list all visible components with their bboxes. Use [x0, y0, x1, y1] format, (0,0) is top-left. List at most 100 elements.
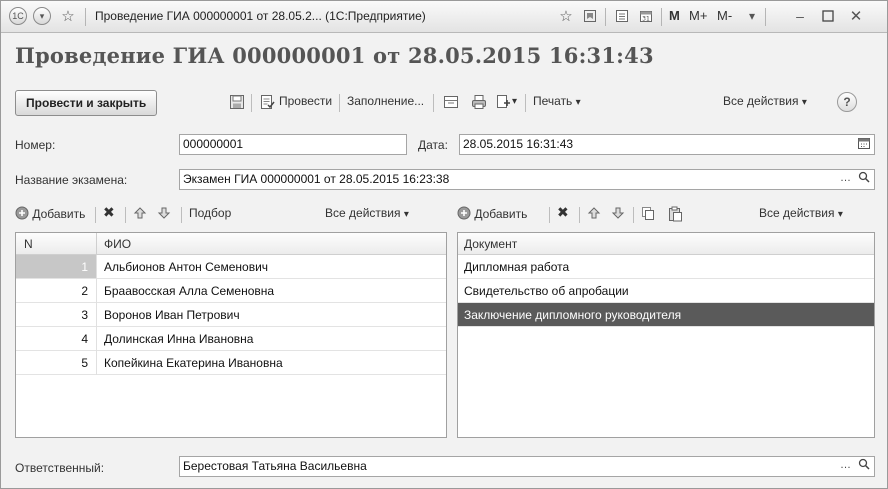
separator	[181, 207, 182, 223]
calendar-icon[interactable]: 31	[637, 7, 655, 25]
documents-toolbar: Добавить ✖ Все действия ▾	[457, 204, 875, 226]
post-icon[interactable]	[259, 94, 275, 110]
date-field[interactable]: 28.05.2015 16:31:43	[459, 134, 875, 155]
row-number: 1	[81, 260, 88, 274]
separator	[661, 8, 662, 26]
delete-icon[interactable]: ✖	[557, 204, 569, 221]
move-up-icon[interactable]	[587, 206, 601, 223]
paste-icon[interactable]	[667, 206, 683, 225]
title-bar: 1С ▾ ☆ Проведение ГИА 000000001 от 28.05…	[1, 1, 887, 33]
table-row[interactable]: 5 Копейкина Екатерина Ивановна	[16, 351, 446, 375]
move-down-icon[interactable]	[611, 206, 625, 223]
column-divider	[96, 233, 97, 255]
delete-icon[interactable]: ✖	[103, 204, 115, 221]
student-name: Браавосская Алла Семеновна	[104, 284, 275, 298]
chevron-down-icon: ▾	[575, 97, 581, 108]
bookmark-icon[interactable]	[581, 7, 599, 25]
chevron-down-icon[interactable]: ▾	[512, 96, 517, 107]
memory-minus-button[interactable]: M-	[717, 8, 732, 23]
separator	[549, 207, 550, 223]
table-row[interactable]: 1 Альбионов Антон Семенович	[16, 255, 446, 279]
minimize-icon[interactable]: –	[791, 7, 809, 25]
column-header-fio[interactable]: ФИО	[104, 237, 131, 251]
date-value: 28.05.2015 16:31:43	[463, 137, 574, 151]
post-button[interactable]: Провести	[279, 94, 332, 108]
all-actions-button[interactable]: Все действия ▾	[723, 94, 807, 108]
ellipsis-icon[interactable]: …	[837, 171, 854, 188]
maximize-icon[interactable]	[819, 7, 837, 25]
table-header: Документ	[458, 233, 874, 255]
separator	[605, 8, 606, 26]
copy-icon[interactable]	[641, 206, 655, 223]
column-header-n[interactable]: N	[24, 237, 33, 251]
students-all-actions-button[interactable]: Все действия ▾	[325, 206, 409, 220]
move-down-icon[interactable]	[157, 206, 171, 223]
document-name: Свидетельство об апробации	[464, 284, 629, 298]
chevron-down-icon: ▾	[837, 209, 843, 220]
pick-button[interactable]: Подбор	[189, 206, 231, 220]
student-name: Копейкина Екатерина Ивановна	[104, 356, 283, 370]
ellipsis-icon[interactable]: …	[837, 458, 854, 475]
print-label: Печать	[533, 94, 573, 108]
fill-button[interactable]: Заполнение...	[347, 94, 424, 108]
number-label: Номер:	[15, 138, 56, 152]
documents-table[interactable]: Документ Дипломная работа Свидетельство …	[457, 232, 875, 438]
add-document-button[interactable]: Добавить	[457, 206, 527, 221]
table-row[interactable]: 3 Воронов Иван Петрович	[16, 303, 446, 327]
window-title: Проведение ГИА 000000001 от 28.05.2... (…	[95, 9, 426, 23]
table-row[interactable]: 4 Долинская Инна Ивановна	[16, 327, 446, 351]
responsible-field[interactable]: Берестовая Татьяна Васильевна …	[179, 456, 875, 477]
move-up-icon[interactable]	[133, 206, 147, 223]
close-icon[interactable]: ✕	[847, 7, 865, 25]
print-button[interactable]: Печать ▾	[533, 94, 581, 108]
separator	[433, 94, 434, 112]
add-label: Добавить	[474, 207, 528, 221]
page-title: Проведение ГИА 000000001 от 28.05.2015 1…	[15, 43, 654, 68]
table-row[interactable]: Свидетельство об апробации	[458, 279, 874, 303]
calculator-icon[interactable]	[613, 7, 631, 25]
separator	[579, 207, 580, 223]
students-table[interactable]: N ФИО 1 Альбионов Антон Семенович 2 Браа…	[15, 232, 447, 438]
all-actions-label: Все действия	[759, 206, 835, 220]
add-student-button[interactable]: Добавить	[15, 206, 85, 221]
separator	[95, 207, 96, 223]
help-icon[interactable]: ?	[837, 92, 857, 112]
number-field[interactable]: 000000001	[179, 134, 407, 155]
row-number: 2	[81, 284, 88, 298]
row-number: 4	[81, 332, 88, 346]
exam-field[interactable]: Экзамен ГИА 000000001 от 28.05.2015 16:2…	[179, 169, 875, 190]
responsible-value: Берестовая Татьяна Васильевна	[183, 459, 367, 473]
memory-button[interactable]: M	[669, 8, 680, 23]
app-logo-icon[interactable]: 1С	[9, 7, 27, 25]
student-name: Воронов Иван Петрович	[104, 308, 240, 322]
search-icon[interactable]	[855, 458, 872, 475]
window-menu-icon[interactable]: ▾	[743, 7, 761, 25]
separator	[85, 8, 86, 26]
chevron-down-icon[interactable]: ▾	[33, 7, 51, 25]
row-number: 5	[81, 356, 88, 370]
separator	[765, 8, 766, 26]
structure-icon[interactable]	[443, 94, 459, 110]
memory-plus-button[interactable]: M+	[689, 8, 707, 23]
add-label: Добавить	[32, 207, 86, 221]
separator	[633, 207, 634, 223]
column-divider	[96, 255, 97, 375]
exam-value: Экзамен ГИА 000000001 от 28.05.2015 16:2…	[183, 172, 450, 186]
exam-label: Название экзамена:	[15, 173, 128, 187]
svg-text:31: 31	[642, 16, 650, 23]
table-row[interactable]: Заключение дипломного руководителя	[458, 303, 874, 327]
column-header-document[interactable]: Документ	[464, 237, 517, 251]
search-icon[interactable]	[855, 171, 872, 188]
table-row[interactable]: 2 Браавосская Алла Семеновна	[16, 279, 446, 303]
separator	[125, 207, 126, 223]
favorite-icon[interactable]: ☆	[557, 7, 575, 25]
create-based-on-icon[interactable]	[495, 94, 511, 110]
documents-all-actions-button[interactable]: Все действия ▾	[759, 206, 843, 220]
save-icon[interactable]	[229, 94, 245, 110]
post-and-close-button[interactable]: Провести и закрыть	[15, 90, 158, 116]
printer-icon[interactable]	[471, 94, 487, 110]
calendar-icon[interactable]	[855, 136, 872, 153]
star-icon[interactable]: ☆	[59, 7, 77, 25]
table-row[interactable]: Дипломная работа	[458, 255, 874, 279]
chevron-down-icon: ▾	[801, 97, 807, 108]
